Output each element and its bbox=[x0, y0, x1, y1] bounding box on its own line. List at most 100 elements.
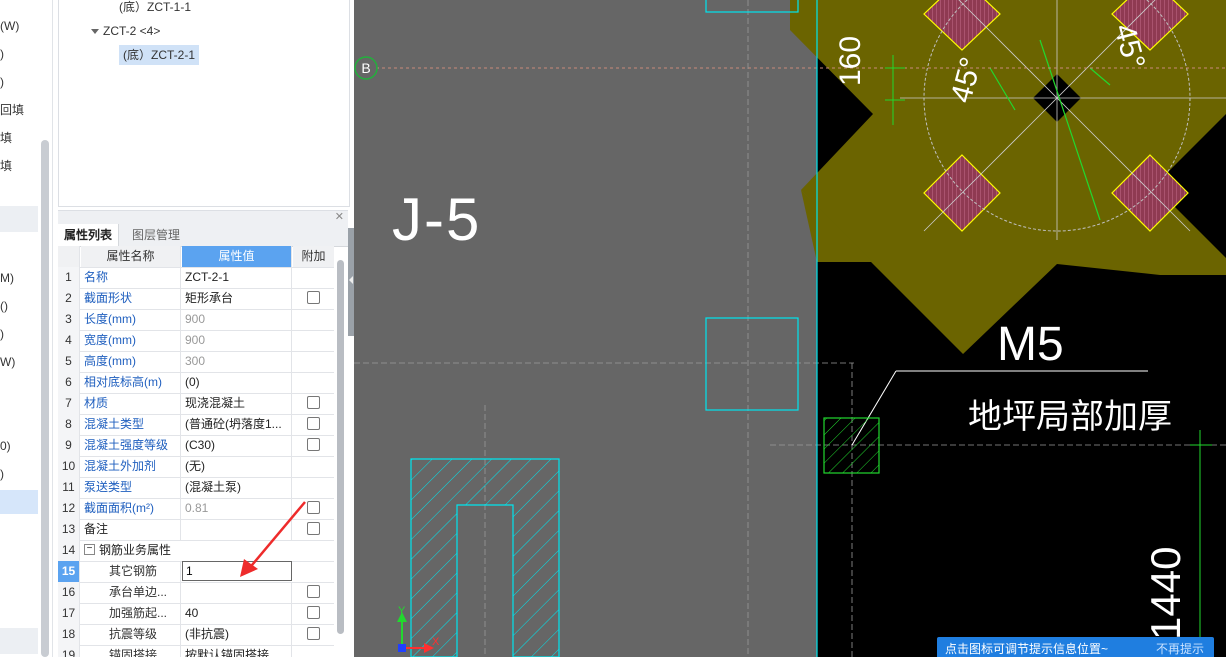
cad-canvas[interactable]: B 160 45° 45° J-5 M5 地坪局部加厚 1440 Y X bbox=[354, 0, 1226, 657]
green-hatched-square[interactable] bbox=[823, 417, 880, 474]
row-value[interactable] bbox=[182, 582, 292, 603]
row-name: 混凝土强度等级 bbox=[81, 435, 181, 456]
property-tabs: 属性列表 图层管理 bbox=[58, 224, 348, 247]
checkbox[interactable] bbox=[307, 606, 320, 620]
strip-item[interactable]: ) bbox=[0, 42, 38, 66]
row-value[interactable]: (0) bbox=[182, 372, 292, 393]
table-row[interactable]: 18 抗震等级 (非抗震) bbox=[58, 624, 334, 646]
row-name: 截面形状 bbox=[81, 288, 181, 309]
strip-item[interactable]: 填 bbox=[0, 154, 38, 178]
dimension-label-160: 160 bbox=[834, 36, 867, 86]
row-value[interactable]: (非抗震) bbox=[182, 624, 292, 645]
axis-label-b: B bbox=[361, 60, 370, 76]
ucs-origin bbox=[398, 644, 406, 652]
header-num bbox=[58, 246, 80, 267]
row-number: 19 bbox=[58, 645, 80, 657]
row-number: 17 bbox=[58, 603, 80, 624]
tree-node-zct-2-1[interactable]: (底）ZCT-2-1 bbox=[119, 45, 200, 65]
row-value[interactable]: (无) bbox=[182, 456, 292, 477]
row-name: 名称 bbox=[81, 267, 181, 288]
strip-item[interactable]: W) bbox=[0, 350, 38, 374]
tab-layer-management[interactable]: 图层管理 bbox=[126, 224, 186, 246]
group-label: 钢筋业务属性 bbox=[99, 543, 172, 557]
row-extra bbox=[293, 330, 334, 351]
strip-item[interactable]: ) bbox=[0, 322, 38, 346]
row-number: 2 bbox=[58, 288, 80, 309]
collapse-icon[interactable]: − bbox=[84, 544, 95, 556]
dismiss-hint-link[interactable]: 不再提示 bbox=[1156, 639, 1204, 659]
row-value[interactable]: 按默认锚固搭接 bbox=[182, 645, 292, 657]
row-value[interactable]: 矩形承台 bbox=[182, 288, 292, 309]
row-name: 高度(mm) bbox=[81, 351, 181, 372]
row-value[interactable]: (C30) bbox=[182, 435, 292, 456]
table-row[interactable]: 19 锚固搭接 按默认锚固搭接 bbox=[58, 645, 334, 657]
table-row[interactable]: 7 材质 现浇混凝土 bbox=[58, 393, 334, 415]
checkbox[interactable] bbox=[307, 417, 320, 431]
chevron-left-icon[interactable] bbox=[349, 276, 353, 284]
strip-item[interactable]: 填 bbox=[0, 126, 38, 150]
strip-scrollbar[interactable] bbox=[41, 140, 49, 657]
table-row[interactable]: 5 高度(mm) 300 bbox=[58, 351, 334, 373]
table-row[interactable]: 4 宽度(mm) 900 bbox=[58, 330, 334, 352]
checkbox[interactable] bbox=[307, 291, 320, 305]
row-value[interactable]: 40 bbox=[182, 603, 292, 624]
strip-item[interactable]: ) bbox=[0, 70, 38, 94]
row-value[interactable]: 300 bbox=[182, 351, 292, 372]
table-row[interactable]: 10 混凝土外加剂 (无) bbox=[58, 456, 334, 478]
row-name: 混凝土外加剂 bbox=[81, 456, 181, 477]
row-extra bbox=[293, 288, 334, 309]
row-value[interactable]: 900 bbox=[182, 330, 292, 351]
chevron-down-icon[interactable] bbox=[91, 29, 99, 35]
tag-m5: M5 bbox=[997, 318, 1064, 371]
table-row[interactable]: 3 长度(mm) 900 bbox=[58, 309, 334, 331]
checkbox[interactable] bbox=[307, 627, 320, 641]
row-extra bbox=[293, 372, 334, 393]
row-extra bbox=[293, 582, 334, 603]
strip-item[interactable]: ) bbox=[0, 462, 38, 486]
row-name: 备注 bbox=[81, 519, 181, 540]
row-name: 抗震等级 bbox=[81, 624, 181, 645]
table-row[interactable]: 6 相对底标高(m) (0) bbox=[58, 372, 334, 394]
annotation-arrow bbox=[240, 501, 306, 577]
hint-tooltip: 点击图标可调节提示信息位置~ 不再提示 bbox=[937, 637, 1214, 657]
strip-item[interactable]: 0) bbox=[0, 434, 38, 458]
row-value[interactable]: 现浇混凝土 bbox=[182, 393, 292, 414]
table-row[interactable]: 16 承台单边... bbox=[58, 582, 334, 604]
row-number: 15 bbox=[58, 561, 80, 582]
strip-item[interactable]: () bbox=[0, 294, 38, 318]
table-row[interactable]: 9 混凝土强度等级 (C30) bbox=[58, 435, 334, 457]
table-row[interactable]: 17 加强筋起... 40 bbox=[58, 603, 334, 625]
strip-item[interactable]: M) bbox=[0, 266, 38, 290]
hint-message[interactable]: 点击图标可调节提示信息位置~ bbox=[945, 639, 1108, 659]
checkbox[interactable] bbox=[307, 585, 320, 599]
strip-item[interactable]: (W) bbox=[0, 14, 38, 38]
table-row[interactable]: 8 混凝土类型 (普通砼(坍落度1... bbox=[58, 414, 334, 436]
row-extra bbox=[293, 456, 334, 477]
property-scrollbar[interactable] bbox=[337, 260, 344, 634]
table-row[interactable]: 1 名称 ZCT-2-1 bbox=[58, 267, 334, 289]
row-value[interactable]: (普通砼(坍落度1... bbox=[182, 414, 292, 435]
header-value: 属性值 bbox=[182, 246, 292, 267]
tree-node-zct-1-1[interactable]: (底）ZCT-1-1 bbox=[119, 0, 191, 17]
row-name: 锚固搭接 bbox=[81, 645, 181, 657]
row-value[interactable]: ZCT-2-1 bbox=[182, 267, 292, 288]
checkbox[interactable] bbox=[307, 438, 320, 452]
strip-item-selected[interactable] bbox=[0, 490, 38, 514]
checkbox[interactable] bbox=[307, 396, 320, 410]
header-name: 属性名称 bbox=[81, 246, 181, 267]
strip-item[interactable]: 回填 bbox=[0, 98, 38, 122]
close-icon[interactable]: ✕ bbox=[335, 210, 344, 223]
note-ground-thickening: 地坪局部加厚 bbox=[968, 398, 1172, 436]
tree-node-zct-2[interactable]: ZCT-2 <4> bbox=[91, 21, 160, 41]
tab-property-list[interactable]: 属性列表 bbox=[58, 224, 120, 246]
left-component-strip: (W) ) ) 回填 填 填 M) () ) W) 0) ) bbox=[0, 0, 53, 657]
component-label-j5: J-5 bbox=[392, 186, 481, 253]
row-number: 6 bbox=[58, 372, 80, 393]
grid-header: 属性名称 属性值 附加 bbox=[58, 246, 334, 268]
row-number: 10 bbox=[58, 456, 80, 477]
row-number: 9 bbox=[58, 435, 80, 456]
row-number: 12 bbox=[58, 498, 80, 519]
row-name: 加强筋起... bbox=[81, 603, 181, 624]
row-value[interactable]: 900 bbox=[182, 309, 292, 330]
table-row[interactable]: 2 截面形状 矩形承台 bbox=[58, 288, 334, 310]
